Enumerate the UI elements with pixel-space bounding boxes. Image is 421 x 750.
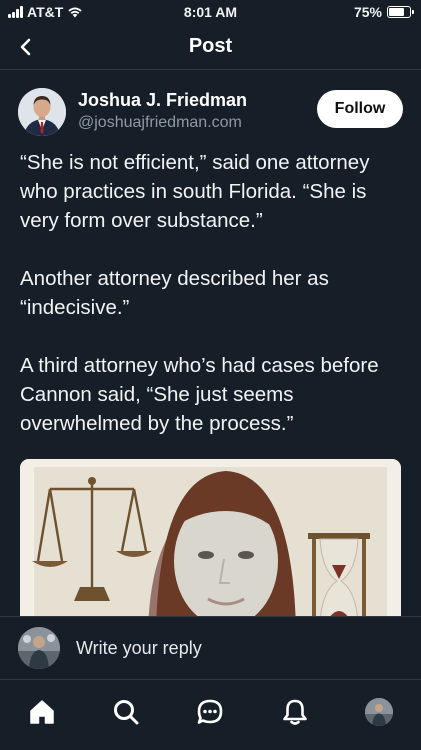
profile-avatar (364, 698, 393, 726)
back-button[interactable] (14, 35, 38, 59)
author-name[interactable]: Joshua J. Friedman (78, 90, 247, 111)
reply-avatar-image (18, 627, 60, 669)
nav-header: Post (0, 24, 421, 70)
tab-profile[interactable] (357, 695, 401, 729)
post-paragraph: A third attorney who’s had cases before … (20, 354, 379, 435)
author-avatar-image (18, 88, 66, 136)
tab-home[interactable] (20, 695, 64, 729)
search-icon (114, 700, 139, 725)
battery-fill (389, 8, 404, 16)
author-avatar[interactable] (18, 88, 66, 136)
carrier-label: AT&T (27, 4, 64, 20)
bell-icon (282, 699, 307, 725)
tab-bar (0, 681, 421, 750)
tab-notifications[interactable] (273, 695, 317, 729)
home-icon (30, 700, 54, 724)
reply-avatar (18, 627, 60, 669)
chevron-left-icon (20, 38, 31, 56)
follow-button[interactable]: Follow (317, 90, 403, 128)
post-paragraph: “She is not efficient,” said one attorne… (20, 151, 370, 232)
author-row: Joshua J. Friedman @joshuajfriedman.com … (18, 88, 403, 140)
status-bar: AT&T 8:01 AM 75% (0, 0, 421, 24)
post-image[interactable] (20, 459, 401, 616)
battery-percent: 75% (353, 4, 382, 20)
tab-chat[interactable] (188, 695, 232, 729)
status-left: AT&T (8, 4, 83, 20)
reply-bar[interactable]: Write your reply (0, 616, 421, 680)
author-handle[interactable]: @joshuajfriedman.com (78, 114, 242, 132)
post-image-illustration (20, 459, 401, 616)
status-right: 75% (353, 4, 414, 20)
post-paragraph: Another attorney described her as “indec… (20, 267, 329, 319)
signal-icon (8, 6, 23, 18)
tab-search[interactable] (104, 695, 148, 729)
wifi-icon (68, 7, 82, 18)
page-title: Post (188, 35, 233, 57)
post: Joshua J. Friedman @joshuajfriedman.com … (0, 70, 421, 616)
profile-avatar-image (364, 698, 393, 726)
battery-icon (387, 6, 414, 18)
reply-input[interactable]: Write your reply (76, 638, 202, 659)
chat-icon (198, 699, 223, 724)
post-text: “She is not efficient,” said one attorne… (20, 148, 406, 467)
